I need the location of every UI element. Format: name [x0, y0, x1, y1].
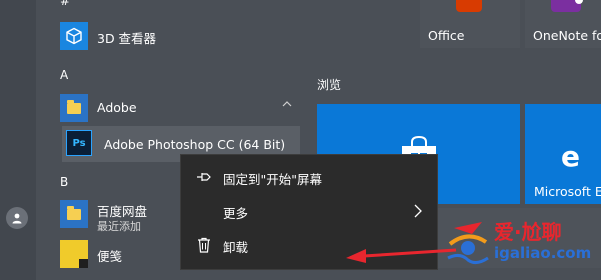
photoshop-icon: Ps: [66, 130, 92, 156]
menu-label-uninstall: 卸载: [223, 240, 249, 255]
app-label-3d-viewer: 3D 查看器: [97, 31, 157, 46]
section-header-a[interactable]: A: [60, 68, 68, 82]
folder-icon: [60, 200, 88, 228]
section-header-b[interactable]: B: [60, 175, 68, 189]
app-item-3d-viewer[interactable]: [60, 22, 88, 50]
tile-label-edge: Microsoft Edg: [534, 184, 601, 199]
app-item-sticky-notes[interactable]: [60, 240, 88, 268]
folder-icon: [60, 94, 88, 122]
tile-label-office: Office: [428, 28, 465, 43]
start-left-rail: [0, 0, 36, 280]
section-header-hash[interactable]: #: [60, 0, 70, 8]
onenote-logo-icon: [551, 0, 583, 12]
tile-microsoft-edge[interactable]: e Microsoft Edg: [525, 104, 601, 204]
edge-logo-icon: e: [561, 140, 580, 173]
app-label-sticky-notes: 便笺: [97, 249, 123, 264]
tile-label-onenote: OneNote for: [533, 28, 601, 43]
tiles-section-title[interactable]: 浏览: [317, 76, 341, 93]
office-logo-icon: [456, 0, 482, 12]
trash-icon: [198, 237, 210, 253]
app-folder-adobe[interactable]: [60, 94, 88, 122]
app-item-baidu-netdisk[interactable]: [60, 200, 88, 228]
pin-icon: [197, 173, 211, 181]
watermark-cn-text: 爱·尬聊: [494, 220, 562, 244]
cube-3d-icon: [60, 22, 88, 50]
chevron-right-icon: [414, 204, 422, 218]
recently-added-label: 最近添加: [97, 220, 141, 233]
menu-item-pin-to-start[interactable]: 固定到"开始"屏幕: [181, 161, 437, 193]
menu-item-more[interactable]: 更多: [181, 195, 437, 227]
annotation-arrow-icon: [346, 248, 457, 263]
app-label-adobe: Adobe: [97, 100, 137, 115]
sticky-note-icon: [60, 240, 88, 268]
menu-label-more: 更多: [223, 206, 249, 221]
chevron-up-icon[interactable]: [282, 98, 292, 111]
menu-label-pin: 固定到"开始"屏幕: [223, 172, 322, 187]
user-avatar-icon[interactable]: [6, 207, 28, 229]
watermark-logo-icon: [447, 222, 489, 265]
watermark: 爱·尬聊 igaliao.com: [446, 214, 601, 270]
app-label-photoshop: Adobe Photoshop CC (64 Bit): [104, 137, 286, 152]
watermark-url-text: igaliao.com: [494, 244, 592, 262]
